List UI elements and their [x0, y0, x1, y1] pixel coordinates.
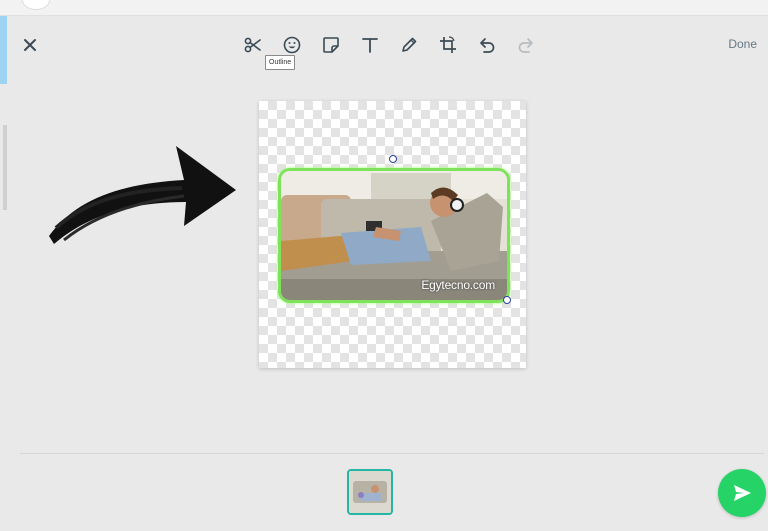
- image-canvas[interactable]: Egytecno.com: [259, 101, 526, 368]
- pencil-button[interactable]: [396, 32, 422, 58]
- tooltip-outline: Outline: [265, 55, 296, 70]
- media-thumbnail[interactable]: [347, 469, 393, 515]
- crop-rotate-icon: [440, 36, 456, 53]
- watermark-text: Egytecno.com: [421, 278, 495, 292]
- close-button[interactable]: [18, 33, 42, 57]
- avatar: [22, 0, 50, 10]
- text-icon: [362, 38, 378, 53]
- scissors-icon: [244, 37, 261, 53]
- undo-icon: [480, 38, 495, 53]
- left-edge-scrollbar[interactable]: [3, 125, 7, 210]
- sticker-button[interactable]: [318, 32, 344, 58]
- close-icon: [24, 39, 36, 51]
- sticker-icon: [323, 37, 339, 53]
- redo-icon: [518, 38, 533, 53]
- thumbnail-image: [349, 471, 391, 513]
- crop-rotate-button[interactable]: [435, 32, 461, 58]
- cutout-sticker[interactable]: Egytecno.com: [278, 168, 510, 303]
- emoji-icon: [283, 36, 301, 54]
- done-button[interactable]: Done: [728, 37, 757, 51]
- left-edge-highlight: [0, 16, 7, 84]
- resize-handle[interactable]: [503, 296, 511, 304]
- top-strip: [0, 0, 768, 16]
- scissors-button[interactable]: [240, 32, 266, 58]
- pencil-icon: [402, 37, 417, 52]
- bottom-divider: [20, 453, 764, 454]
- redo-button[interactable]: [513, 32, 539, 58]
- send-icon: [734, 485, 751, 501]
- text-button[interactable]: [357, 32, 383, 58]
- arrow-icon: [49, 146, 236, 244]
- send-button[interactable]: [718, 469, 766, 517]
- undo-button[interactable]: [474, 32, 500, 58]
- rotate-handle[interactable]: [389, 155, 397, 163]
